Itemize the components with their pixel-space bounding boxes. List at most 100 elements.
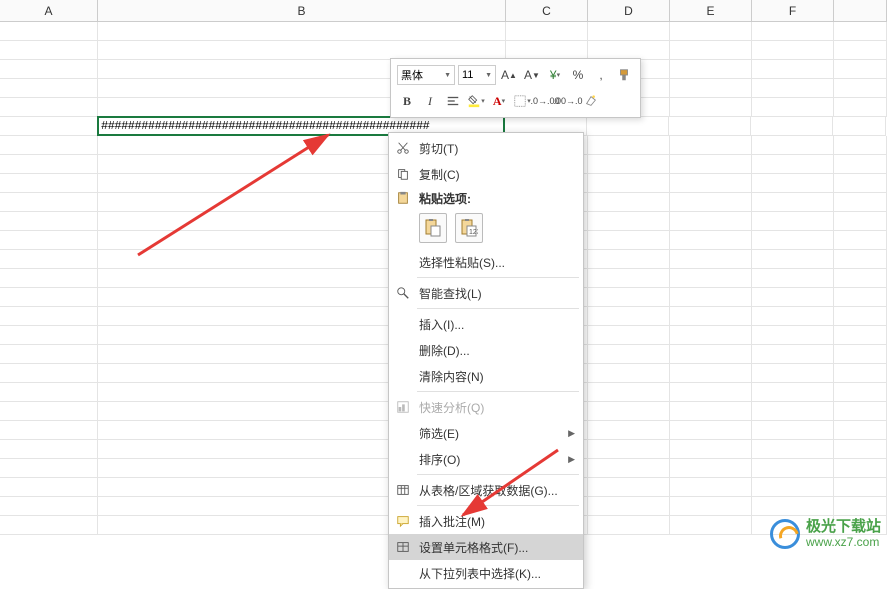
cell[interactable] bbox=[834, 364, 887, 383]
cell[interactable] bbox=[670, 478, 752, 497]
cell[interactable] bbox=[588, 250, 670, 269]
menu-cut[interactable]: 剪切(T) bbox=[389, 135, 583, 161]
col-header-g[interactable] bbox=[834, 0, 887, 21]
increase-decimal-icon[interactable]: .0→.00 bbox=[535, 91, 555, 111]
cell[interactable] bbox=[588, 288, 670, 307]
cell[interactable] bbox=[670, 41, 752, 60]
cell[interactable] bbox=[0, 98, 98, 117]
cell[interactable] bbox=[670, 136, 752, 155]
cell[interactable] bbox=[833, 117, 886, 136]
cell[interactable] bbox=[588, 326, 670, 345]
italic-button[interactable]: I bbox=[420, 91, 440, 111]
cell[interactable] bbox=[588, 155, 670, 174]
cell[interactable] bbox=[670, 307, 752, 326]
menu-insert-comment[interactable]: 插入批注(M) bbox=[389, 508, 583, 534]
cell[interactable] bbox=[670, 98, 752, 117]
font-color-icon[interactable]: A▾ bbox=[489, 91, 509, 111]
cell[interactable] bbox=[0, 155, 98, 174]
cell[interactable] bbox=[670, 22, 752, 41]
cell[interactable] bbox=[752, 459, 834, 478]
format-painter-icon[interactable] bbox=[614, 65, 634, 85]
cell[interactable] bbox=[0, 497, 98, 516]
cell[interactable] bbox=[834, 41, 887, 60]
cell[interactable] bbox=[0, 364, 98, 383]
cell[interactable] bbox=[588, 478, 670, 497]
cell[interactable] bbox=[834, 269, 887, 288]
cell[interactable] bbox=[752, 345, 834, 364]
cell[interactable] bbox=[752, 155, 834, 174]
cell[interactable] bbox=[588, 193, 670, 212]
cell[interactable] bbox=[0, 459, 98, 478]
cell[interactable] bbox=[670, 155, 752, 174]
cell[interactable] bbox=[588, 402, 670, 421]
cell[interactable] bbox=[834, 212, 887, 231]
cell[interactable] bbox=[752, 98, 834, 117]
cell[interactable] bbox=[588, 212, 670, 231]
cell[interactable] bbox=[834, 459, 887, 478]
cell[interactable] bbox=[588, 421, 670, 440]
cell[interactable] bbox=[752, 231, 834, 250]
cell[interactable] bbox=[752, 174, 834, 193]
cell[interactable] bbox=[670, 60, 752, 79]
cell[interactable] bbox=[670, 421, 752, 440]
col-header-a[interactable]: A bbox=[0, 0, 98, 21]
cell[interactable] bbox=[670, 250, 752, 269]
cell[interactable] bbox=[752, 307, 834, 326]
cell[interactable] bbox=[0, 516, 98, 535]
menu-paste-special[interactable]: 选择性粘贴(S)... bbox=[389, 249, 583, 275]
cell[interactable] bbox=[670, 402, 752, 421]
cell[interactable] bbox=[834, 193, 887, 212]
cell[interactable] bbox=[0, 41, 98, 60]
cell[interactable] bbox=[834, 421, 887, 440]
borders-icon[interactable]: ▾ bbox=[512, 91, 532, 111]
cell[interactable] bbox=[834, 326, 887, 345]
cell[interactable] bbox=[0, 117, 98, 136]
cell[interactable] bbox=[752, 41, 834, 60]
cell[interactable] bbox=[0, 60, 98, 79]
cell[interactable] bbox=[0, 307, 98, 326]
cell[interactable] bbox=[0, 136, 98, 155]
cell[interactable] bbox=[670, 193, 752, 212]
cell[interactable] bbox=[752, 364, 834, 383]
cell[interactable] bbox=[588, 516, 670, 535]
cell[interactable] bbox=[0, 212, 98, 231]
cell[interactable] bbox=[752, 402, 834, 421]
cell[interactable] bbox=[0, 345, 98, 364]
cell[interactable] bbox=[587, 117, 669, 136]
cell[interactable] bbox=[588, 497, 670, 516]
cell[interactable] bbox=[752, 60, 834, 79]
percent-format-button[interactable]: % bbox=[568, 65, 588, 85]
font-name-select[interactable]: 黑体▼ bbox=[397, 65, 455, 85]
cell[interactable] bbox=[834, 478, 887, 497]
menu-format-cells[interactable]: 设置单元格格式(F)... bbox=[389, 534, 583, 560]
cell[interactable] bbox=[752, 478, 834, 497]
cell[interactable] bbox=[670, 364, 752, 383]
comma-format-button[interactable]: , bbox=[591, 65, 611, 85]
cell[interactable] bbox=[834, 250, 887, 269]
cell[interactable] bbox=[752, 136, 834, 155]
cell[interactable] bbox=[834, 345, 887, 364]
bold-button[interactable]: B bbox=[397, 91, 417, 111]
cell[interactable] bbox=[670, 288, 752, 307]
cell[interactable] bbox=[752, 193, 834, 212]
cell[interactable] bbox=[834, 497, 887, 516]
cell[interactable] bbox=[0, 288, 98, 307]
cell[interactable] bbox=[98, 22, 506, 41]
cell[interactable] bbox=[0, 326, 98, 345]
cell[interactable] bbox=[588, 383, 670, 402]
increase-font-icon[interactable]: A▲ bbox=[499, 65, 519, 85]
cell[interactable] bbox=[0, 440, 98, 459]
cell[interactable] bbox=[669, 117, 751, 136]
cell[interactable] bbox=[752, 326, 834, 345]
cell[interactable] bbox=[0, 193, 98, 212]
cell[interactable] bbox=[834, 440, 887, 459]
font-size-select[interactable]: 11▼ bbox=[458, 65, 496, 85]
menu-get-data[interactable]: 从表格/区域获取数据(G)... bbox=[389, 477, 583, 503]
align-icon[interactable] bbox=[443, 91, 463, 111]
cell[interactable] bbox=[752, 250, 834, 269]
cell[interactable] bbox=[834, 174, 887, 193]
col-header-b[interactable]: B bbox=[98, 0, 506, 21]
cell[interactable] bbox=[834, 231, 887, 250]
cell[interactable] bbox=[588, 231, 670, 250]
cell[interactable] bbox=[670, 79, 752, 98]
